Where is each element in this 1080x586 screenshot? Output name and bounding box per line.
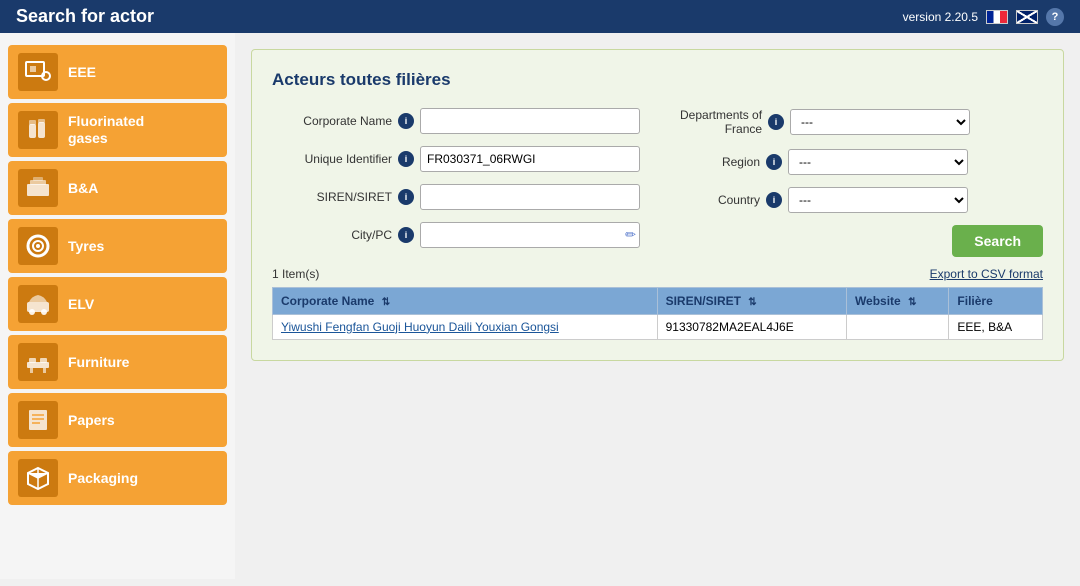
region-info-icon[interactable]: i <box>766 154 782 170</box>
siren-siret-label: SIREN/SIRET <box>272 190 392 204</box>
gas-icon <box>18 111 58 149</box>
table-row: Yiwushi Fengfan Guoji Huoyun Daili Youxi… <box>273 314 1043 339</box>
sidebar-item-ba-label: B&A <box>68 180 98 197</box>
city-pc-label: City/PC <box>272 228 392 242</box>
sort-arrows-corporate-name[interactable]: ⇅ <box>382 297 390 308</box>
sidebar: EEE Fluorinatedgases B&A Tyres <box>0 33 235 579</box>
sidebar-item-furniture-label: Furniture <box>68 354 129 371</box>
sidebar-item-furniture[interactable]: Furniture <box>8 335 227 389</box>
sidebar-item-tyres-label: Tyres <box>68 238 104 255</box>
country-row: Country i --- <box>680 187 1043 213</box>
city-pc-input[interactable] <box>420 222 640 248</box>
col-corporate-name[interactable]: Corporate Name ⇅ <box>273 287 658 314</box>
country-label: Country <box>680 193 760 207</box>
pencil-icon[interactable]: ✏ <box>625 227 636 243</box>
col-filiere[interactable]: Filière <box>949 287 1043 314</box>
region-label: Region <box>680 155 760 169</box>
siren-siret-info-icon[interactable]: i <box>398 189 414 205</box>
country-select[interactable]: --- <box>788 187 968 213</box>
sidebar-item-papers[interactable]: Papers <box>8 393 227 447</box>
sidebar-item-ba[interactable]: B&A <box>8 161 227 215</box>
city-pc-input-wrapper: ✏ <box>420 222 640 248</box>
unique-identifier-input[interactable] <box>420 146 640 172</box>
departments-select[interactable]: --- <box>790 109 970 135</box>
eee-icon <box>18 53 58 91</box>
results-count: 1 Item(s) <box>272 267 319 281</box>
version-label: version 2.20.5 <box>903 10 978 24</box>
search-form: Corporate Name i Unique Identifier i SIR… <box>272 108 1043 267</box>
corporate-name-label: Corporate Name <box>272 114 392 128</box>
unique-identifier-row: Unique Identifier i <box>272 146 640 172</box>
city-pc-row: City/PC i ✏ <box>272 222 640 248</box>
corporate-name-info-icon[interactable]: i <box>398 113 414 129</box>
sidebar-item-fluorinated-gases[interactable]: Fluorinatedgases <box>8 103 227 157</box>
page-title: Search for actor <box>16 6 154 27</box>
sidebar-item-eee[interactable]: EEE <box>8 45 227 99</box>
form-left: Corporate Name i Unique Identifier i SIR… <box>272 108 640 267</box>
sidebar-item-fluorinated-gases-label: Fluorinatedgases <box>68 113 144 147</box>
region-select[interactable]: --- <box>788 149 968 175</box>
sidebar-item-packaging[interactable]: Packaging <box>8 451 227 505</box>
top-bar-right: version 2.20.5 ? <box>903 8 1064 26</box>
sidebar-item-eee-label: EEE <box>68 64 96 81</box>
sidebar-item-tyres[interactable]: Tyres <box>8 219 227 273</box>
departments-label: Departments ofFrance <box>680 108 762 137</box>
sidebar-item-packaging-label: Packaging <box>68 470 138 487</box>
top-bar: Search for actor version 2.20.5 ? <box>0 0 1080 33</box>
results-header: 1 Item(s) Export to CSV format <box>272 267 1043 281</box>
table-body: Yiwushi Fengfan Guoji Huoyun Daili Youxi… <box>273 314 1043 339</box>
content-box: Acteurs toutes filières Corporate Name i… <box>251 49 1064 361</box>
cell-website <box>846 314 948 339</box>
search-button-row: Search <box>680 225 1043 257</box>
sort-arrows-website[interactable]: ⇅ <box>908 297 916 308</box>
results-table: Corporate Name ⇅ SIREN/SIRET ⇅ Website ⇅ <box>272 287 1043 340</box>
city-pc-info-icon[interactable]: i <box>398 227 414 243</box>
sidebar-item-elv[interactable]: ELV <box>8 277 227 331</box>
flag-uk-icon[interactable] <box>1016 10 1038 24</box>
country-info-icon[interactable]: i <box>766 192 782 208</box>
corporate-name-link[interactable]: Yiwushi Fengfan Guoji Huoyun Daili Youxi… <box>281 320 559 334</box>
sort-arrows-siren-siret[interactable]: ⇅ <box>748 297 756 308</box>
col-website[interactable]: Website ⇅ <box>846 287 948 314</box>
siren-siret-row: SIREN/SIRET i <box>272 184 640 210</box>
region-row: Region i --- <box>680 149 1043 175</box>
cell-siren-siret: 91330782MA2EAL4J6E <box>657 314 846 339</box>
tyres-icon <box>18 227 58 265</box>
elv-icon <box>18 285 58 323</box>
section-title: Acteurs toutes filières <box>272 70 1043 90</box>
search-button[interactable]: Search <box>952 225 1043 257</box>
siren-siret-input[interactable] <box>420 184 640 210</box>
table-header: Corporate Name ⇅ SIREN/SIRET ⇅ Website ⇅ <box>273 287 1043 314</box>
flag-france-icon[interactable] <box>986 10 1008 24</box>
ba-icon <box>18 169 58 207</box>
content-area: Acteurs toutes filières Corporate Name i… <box>235 33 1080 579</box>
corporate-name-input[interactable] <box>420 108 640 134</box>
main-layout: EEE Fluorinatedgases B&A Tyres <box>0 33 1080 579</box>
papers-icon <box>18 401 58 439</box>
departments-info-icon[interactable]: i <box>768 114 784 130</box>
unique-identifier-info-icon[interactable]: i <box>398 151 414 167</box>
sidebar-item-papers-label: Papers <box>68 412 115 429</box>
form-right: Departments ofFrance i --- Region i --- <box>680 108 1043 267</box>
departments-row: Departments ofFrance i --- <box>680 108 1043 137</box>
sidebar-item-elv-label: ELV <box>68 296 94 313</box>
packaging-icon <box>18 459 58 497</box>
unique-identifier-label: Unique Identifier <box>272 152 392 166</box>
cell-filiere: EEE, B&A <box>949 314 1043 339</box>
help-icon[interactable]: ? <box>1046 8 1064 26</box>
export-csv-link[interactable]: Export to CSV format <box>930 267 1043 281</box>
cell-corporate-name: Yiwushi Fengfan Guoji Huoyun Daili Youxi… <box>273 314 658 339</box>
col-siren-siret[interactable]: SIREN/SIRET ⇅ <box>657 287 846 314</box>
furniture-icon <box>18 343 58 381</box>
corporate-name-row: Corporate Name i <box>272 108 640 134</box>
